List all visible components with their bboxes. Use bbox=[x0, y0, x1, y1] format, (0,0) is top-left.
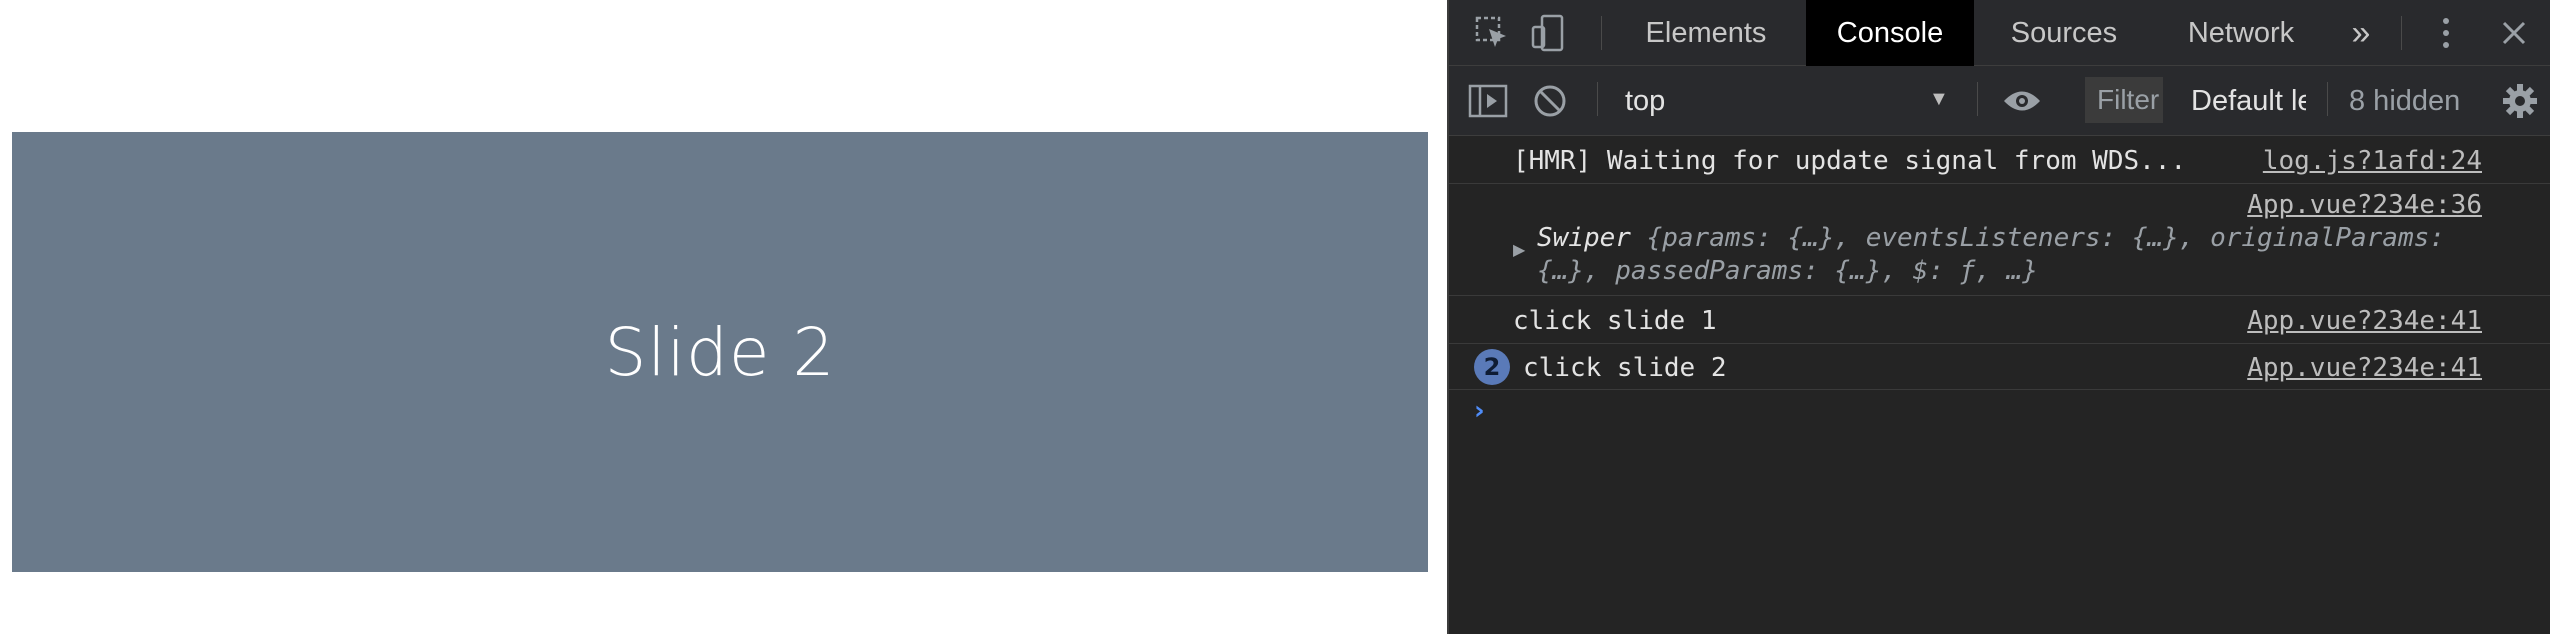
tab-sources[interactable]: Sources bbox=[1982, 0, 2146, 66]
console-source-link[interactable]: App.vue?234e:36 bbox=[2247, 190, 2482, 220]
object-fields: {params: {…}, eventsListeners: {…}, orig… bbox=[1537, 223, 2445, 286]
clear-console-icon[interactable] bbox=[1525, 66, 1575, 136]
console-message: [HMR] Waiting for update signal from WDS… bbox=[1449, 136, 2550, 184]
console-toolbar: top ▼ Filter Default levels 8 hidden bbox=[1449, 66, 2550, 136]
filter-input[interactable]: Filter bbox=[2085, 77, 2163, 123]
tab-console[interactable]: Console bbox=[1806, 0, 1974, 66]
console-prompt-icon[interactable]: › bbox=[1474, 396, 1485, 426]
slide-title: Slide 2 bbox=[604, 313, 836, 391]
console-message: App.vue?234e:36 ▶ Swiper {params: {…}, e… bbox=[1449, 184, 2550, 296]
console-messages: [HMR] Waiting for update signal from WDS… bbox=[1449, 136, 2550, 426]
console-message-text: click slide 1 bbox=[1513, 306, 1717, 336]
swiper-slide[interactable]: Slide 2 bbox=[12, 132, 1428, 572]
expand-triangle-icon[interactable]: ▶ bbox=[1513, 240, 1525, 259]
toolbar-separator bbox=[1977, 82, 1978, 116]
inspect-element-icon[interactable] bbox=[1467, 0, 1517, 66]
more-tabs-button[interactable]: » bbox=[2333, 0, 2389, 66]
console-source-link[interactable]: App.vue?234e:41 bbox=[2247, 353, 2482, 383]
toolbar-separator bbox=[1597, 82, 1598, 116]
toolbar-separator bbox=[2327, 82, 2328, 116]
tab-elements[interactable]: Elements bbox=[1617, 0, 1795, 66]
console-message: click slide 1 App.vue?234e:41 bbox=[1449, 296, 2550, 344]
console-message-text: click slide 2 bbox=[1523, 353, 1727, 383]
devtools-panel: Elements Console Sources Network » top ▼… bbox=[1447, 0, 2550, 634]
console-source-link[interactable]: App.vue?234e:41 bbox=[2247, 306, 2482, 336]
page-viewport: Slide 2 bbox=[0, 0, 1447, 634]
log-levels-dropdown[interactable]: Default levels bbox=[2191, 66, 2306, 136]
toolbar-separator bbox=[2401, 16, 2402, 50]
context-selector[interactable]: top bbox=[1625, 66, 1825, 136]
gear-icon[interactable] bbox=[2495, 66, 2545, 136]
show-sidebar-icon[interactable] bbox=[1463, 66, 1513, 136]
console-message-text: [HMR] Waiting for update signal from WDS… bbox=[1513, 146, 2187, 176]
console-message: 2 click slide 2 App.vue?234e:41 bbox=[1449, 344, 2550, 390]
object-preview[interactable]: Swiper {params: {…}, eventsListeners: {…… bbox=[1537, 222, 2497, 288]
device-toolbar-icon[interactable] bbox=[1523, 0, 1573, 66]
chevron-down-icon[interactable]: ▼ bbox=[1929, 88, 1949, 111]
hidden-messages-count: 8 hidden bbox=[2349, 84, 2461, 117]
toolbar-separator bbox=[1601, 16, 1602, 50]
console-source-link[interactable]: log.js?1afd:24 bbox=[2263, 146, 2482, 176]
tab-network[interactable]: Network bbox=[2155, 0, 2327, 66]
repeat-count-badge: 2 bbox=[1474, 349, 1510, 385]
devtools-tabbar: Elements Console Sources Network » bbox=[1449, 0, 2550, 66]
live-expression-eye-icon[interactable] bbox=[1997, 66, 2047, 136]
kebab-menu-icon[interactable] bbox=[2421, 0, 2471, 66]
close-icon[interactable] bbox=[2489, 0, 2539, 66]
object-class-name: Swiper bbox=[1537, 223, 1631, 253]
